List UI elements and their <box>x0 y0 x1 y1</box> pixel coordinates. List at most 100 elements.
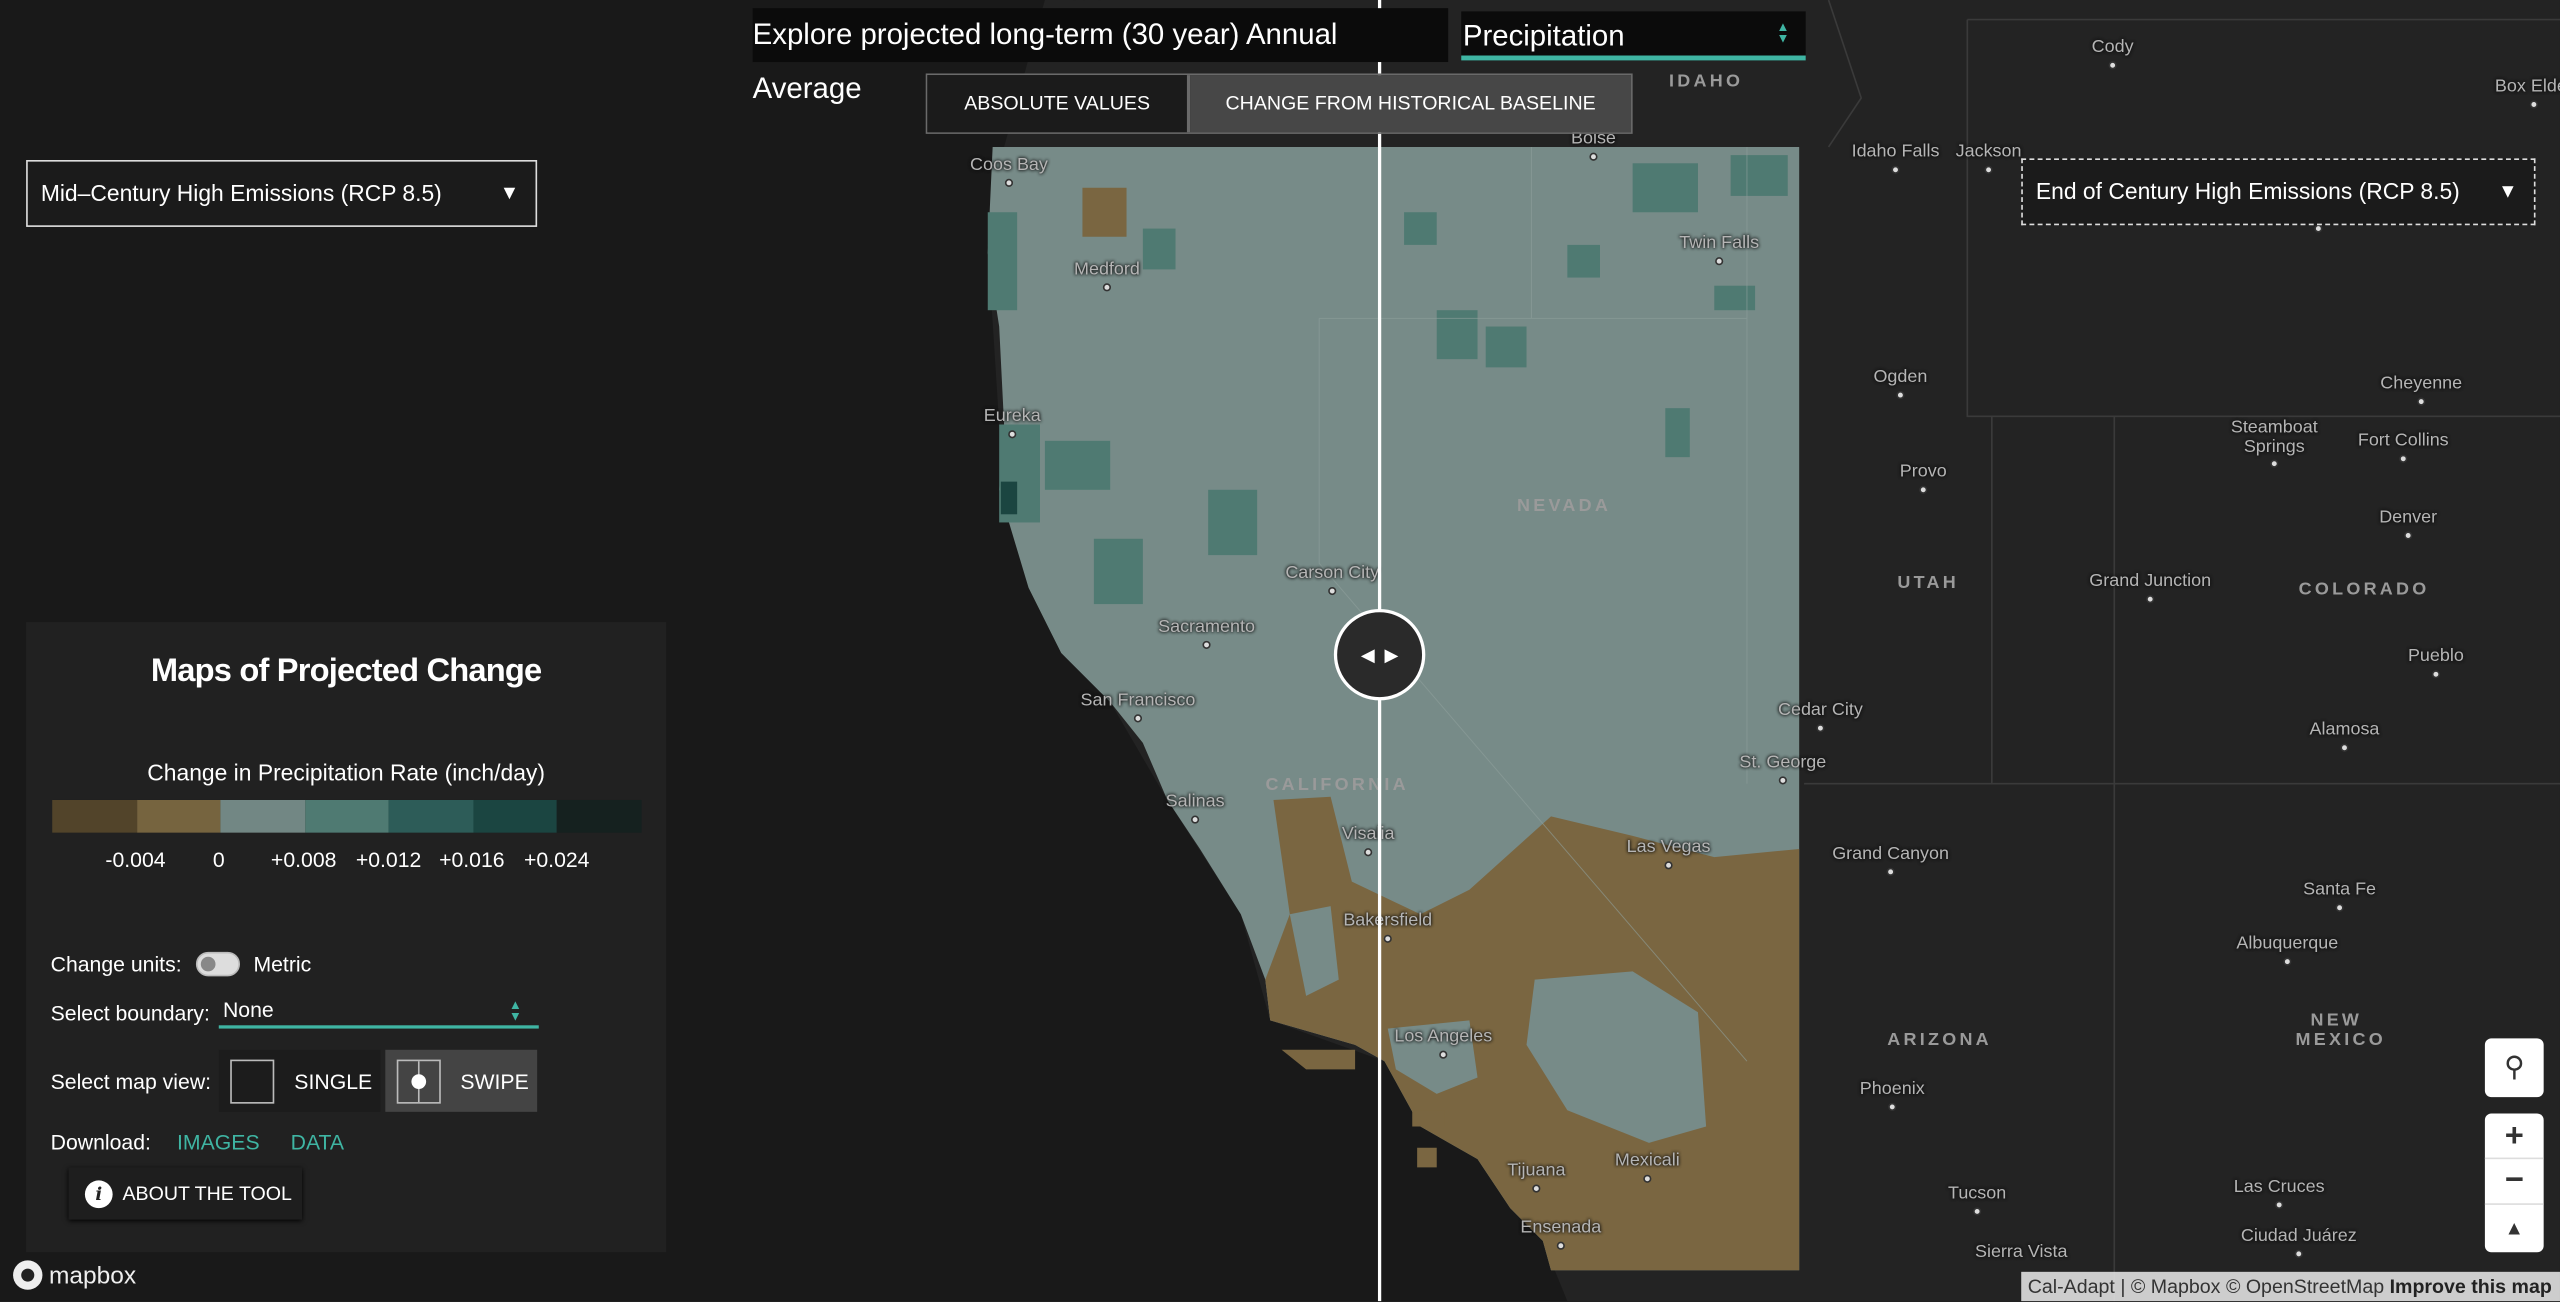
zoom-in-button[interactable]: + <box>2484 1113 2544 1160</box>
right-scenario-select[interactable]: End of Century High Emissions (RCP 8.5) … <box>2021 158 2536 226</box>
city-label: Los Angeles <box>1394 1026 1493 1047</box>
city-dot <box>1202 640 1211 649</box>
arrow-left-icon: ◀ <box>1360 645 1375 666</box>
city-dot <box>2417 397 2426 406</box>
left-scenario-select[interactable]: Mid–Century High Emissions (RCP 8.5) ▼ <box>26 159 538 227</box>
cal-adapt-link[interactable]: Cal-Adapt <box>2028 1275 2115 1298</box>
swipe-handle[interactable]: ◀ ▶ <box>1333 608 1426 701</box>
city-label: Grand Junction <box>2089 571 2212 592</box>
dropdown-triangle-icon: ▼ <box>499 181 520 205</box>
city-label: Salinas <box>1165 791 1225 812</box>
legend-tick: +0.012 <box>355 847 422 872</box>
city-label: Cheyenne <box>2380 373 2463 394</box>
compass-icon: ▲ <box>2504 1216 2524 1240</box>
absolute-values-button[interactable]: ABSOLUTE VALUES <box>927 75 1191 133</box>
city-label: Provo <box>1899 462 1947 482</box>
legend-swatch <box>136 799 221 833</box>
city-dot <box>1973 1207 1982 1216</box>
compass-button[interactable]: ▲ <box>2485 1205 2544 1251</box>
arrow-right-icon: ▶ <box>1384 645 1399 666</box>
legend-tick: +0.016 <box>439 847 505 872</box>
city-dot <box>2529 100 2538 109</box>
city-label: Santa Fe <box>2303 879 2377 900</box>
dropdown-triangle-icon: ▼ <box>2498 179 2518 203</box>
city-dot <box>2275 1200 2284 1209</box>
city-label: Salem <box>1068 0 1119 2</box>
city-dot <box>1778 776 1787 785</box>
city-dot <box>2399 454 2408 463</box>
city-label: Carson City <box>1285 563 1380 583</box>
boundary-select[interactable]: None ▲ ▼ <box>218 996 539 1029</box>
city-label: Cody <box>2091 37 2134 58</box>
mapbox-logo[interactable]: mapbox <box>13 1260 137 1290</box>
city-dot <box>2108 61 2117 70</box>
city-dot <box>1328 586 1337 596</box>
city-dot <box>2294 1249 2303 1258</box>
city-label: Tijuana <box>1507 1160 1566 1181</box>
control-panel: Maps of Projected Change Change in Preci… <box>26 622 667 1253</box>
variable-select[interactable]: Precipitation ▲ ▼ <box>1461 11 1806 61</box>
city-label: Box Elder <box>2494 76 2560 97</box>
city-label: Twin Falls <box>1679 233 1760 254</box>
search-button[interactable]: ⚲ <box>2484 1038 2544 1098</box>
units-value: Metric <box>253 951 312 977</box>
download-images-link[interactable]: IMAGES <box>177 1130 260 1154</box>
city-dot <box>1364 848 1373 857</box>
search-icon: ⚲ <box>2504 1051 2525 1083</box>
city-label: Grand Canyon <box>1832 844 1950 864</box>
single-label: SINGLE <box>294 1068 373 1094</box>
city-dot <box>1532 1184 1541 1193</box>
city-label: Bakersfield <box>1343 911 1433 931</box>
mapbox-logo-icon <box>13 1260 43 1290</box>
change-from-baseline-button[interactable]: CHANGE FROM HISTORICAL BASELINE <box>1190 75 1632 133</box>
legend-tick: +0.024 <box>523 847 590 872</box>
city-dot <box>1102 283 1112 292</box>
legend-swatch <box>556 799 641 833</box>
city-label: Visalia <box>1341 824 1395 845</box>
city-dot <box>2431 670 2440 679</box>
legend-color-scale <box>52 799 641 833</box>
about-tool-button[interactable]: i ABOUT THE TOOL <box>68 1167 302 1220</box>
city-label: Albuquerque <box>2236 933 2339 954</box>
city-label: Idaho Falls <box>1851 142 1940 162</box>
improve-map-link[interactable]: Improve this map <box>2390 1275 2552 1298</box>
units-toggle[interactable] <box>196 951 241 977</box>
state-label: NEVADA <box>1517 496 1612 516</box>
download-row: Download: IMAGES DATA <box>51 1130 344 1154</box>
mapbox-wordmark: mapbox <box>48 1261 137 1289</box>
city-label: San Francisco <box>1080 690 1196 711</box>
city-label: Ensenada <box>1520 1217 1602 1238</box>
city-label: Fort Collins <box>2357 431 2449 451</box>
left-scenario-value: Mid–Century High Emissions (RCP 8.5) <box>40 179 442 206</box>
city-dot <box>2270 459 2279 468</box>
units-label: Change units: <box>50 951 182 977</box>
legend-tick: 0 <box>212 847 225 872</box>
city-label: Denver <box>2379 507 2438 528</box>
swipe-view-button[interactable]: SWIPE <box>385 1049 537 1112</box>
city-dot <box>1896 391 1905 400</box>
download-data-link[interactable]: DATA <box>291 1130 344 1154</box>
zoom-controls: + − ▲ <box>2484 1113 2544 1253</box>
mapbox-attribution-link[interactable]: © Mapbox <box>2131 1275 2221 1298</box>
city-label: Jackson <box>1955 142 2022 162</box>
city-label: Tucson <box>1948 1183 2007 1204</box>
city-label: Eureka <box>983 406 1041 427</box>
single-view-button[interactable]: SINGLE <box>219 1049 381 1112</box>
city-dot <box>2146 595 2155 604</box>
map-viewport[interactable]: Salem Coos Bay Medford Eureka Sacramento San … <box>0 0 2560 1302</box>
swipe-view-icon <box>396 1058 441 1103</box>
city-dot <box>2283 957 2292 966</box>
info-icon: i <box>84 1179 113 1208</box>
city-dot <box>1888 1102 1897 1112</box>
state-label: CALIFORNIA <box>1265 775 1409 796</box>
units-row: Change units: Metric <box>50 951 312 977</box>
state-label: COLORADO <box>2298 579 2430 600</box>
city-dot <box>1008 430 1017 439</box>
zoom-out-button[interactable]: − <box>2484 1159 2544 1205</box>
city-dot <box>1004 178 1014 187</box>
page-title: Explore projected long-term (30 year) An… <box>752 8 1449 104</box>
city-dot <box>2335 903 2344 912</box>
city-label: Las Cruces <box>2233 1177 2325 1197</box>
osm-attribution-link[interactable]: © OpenStreetMap <box>2226 1275 2384 1298</box>
select-arrows-icon: ▲ ▼ <box>1776 19 1790 46</box>
